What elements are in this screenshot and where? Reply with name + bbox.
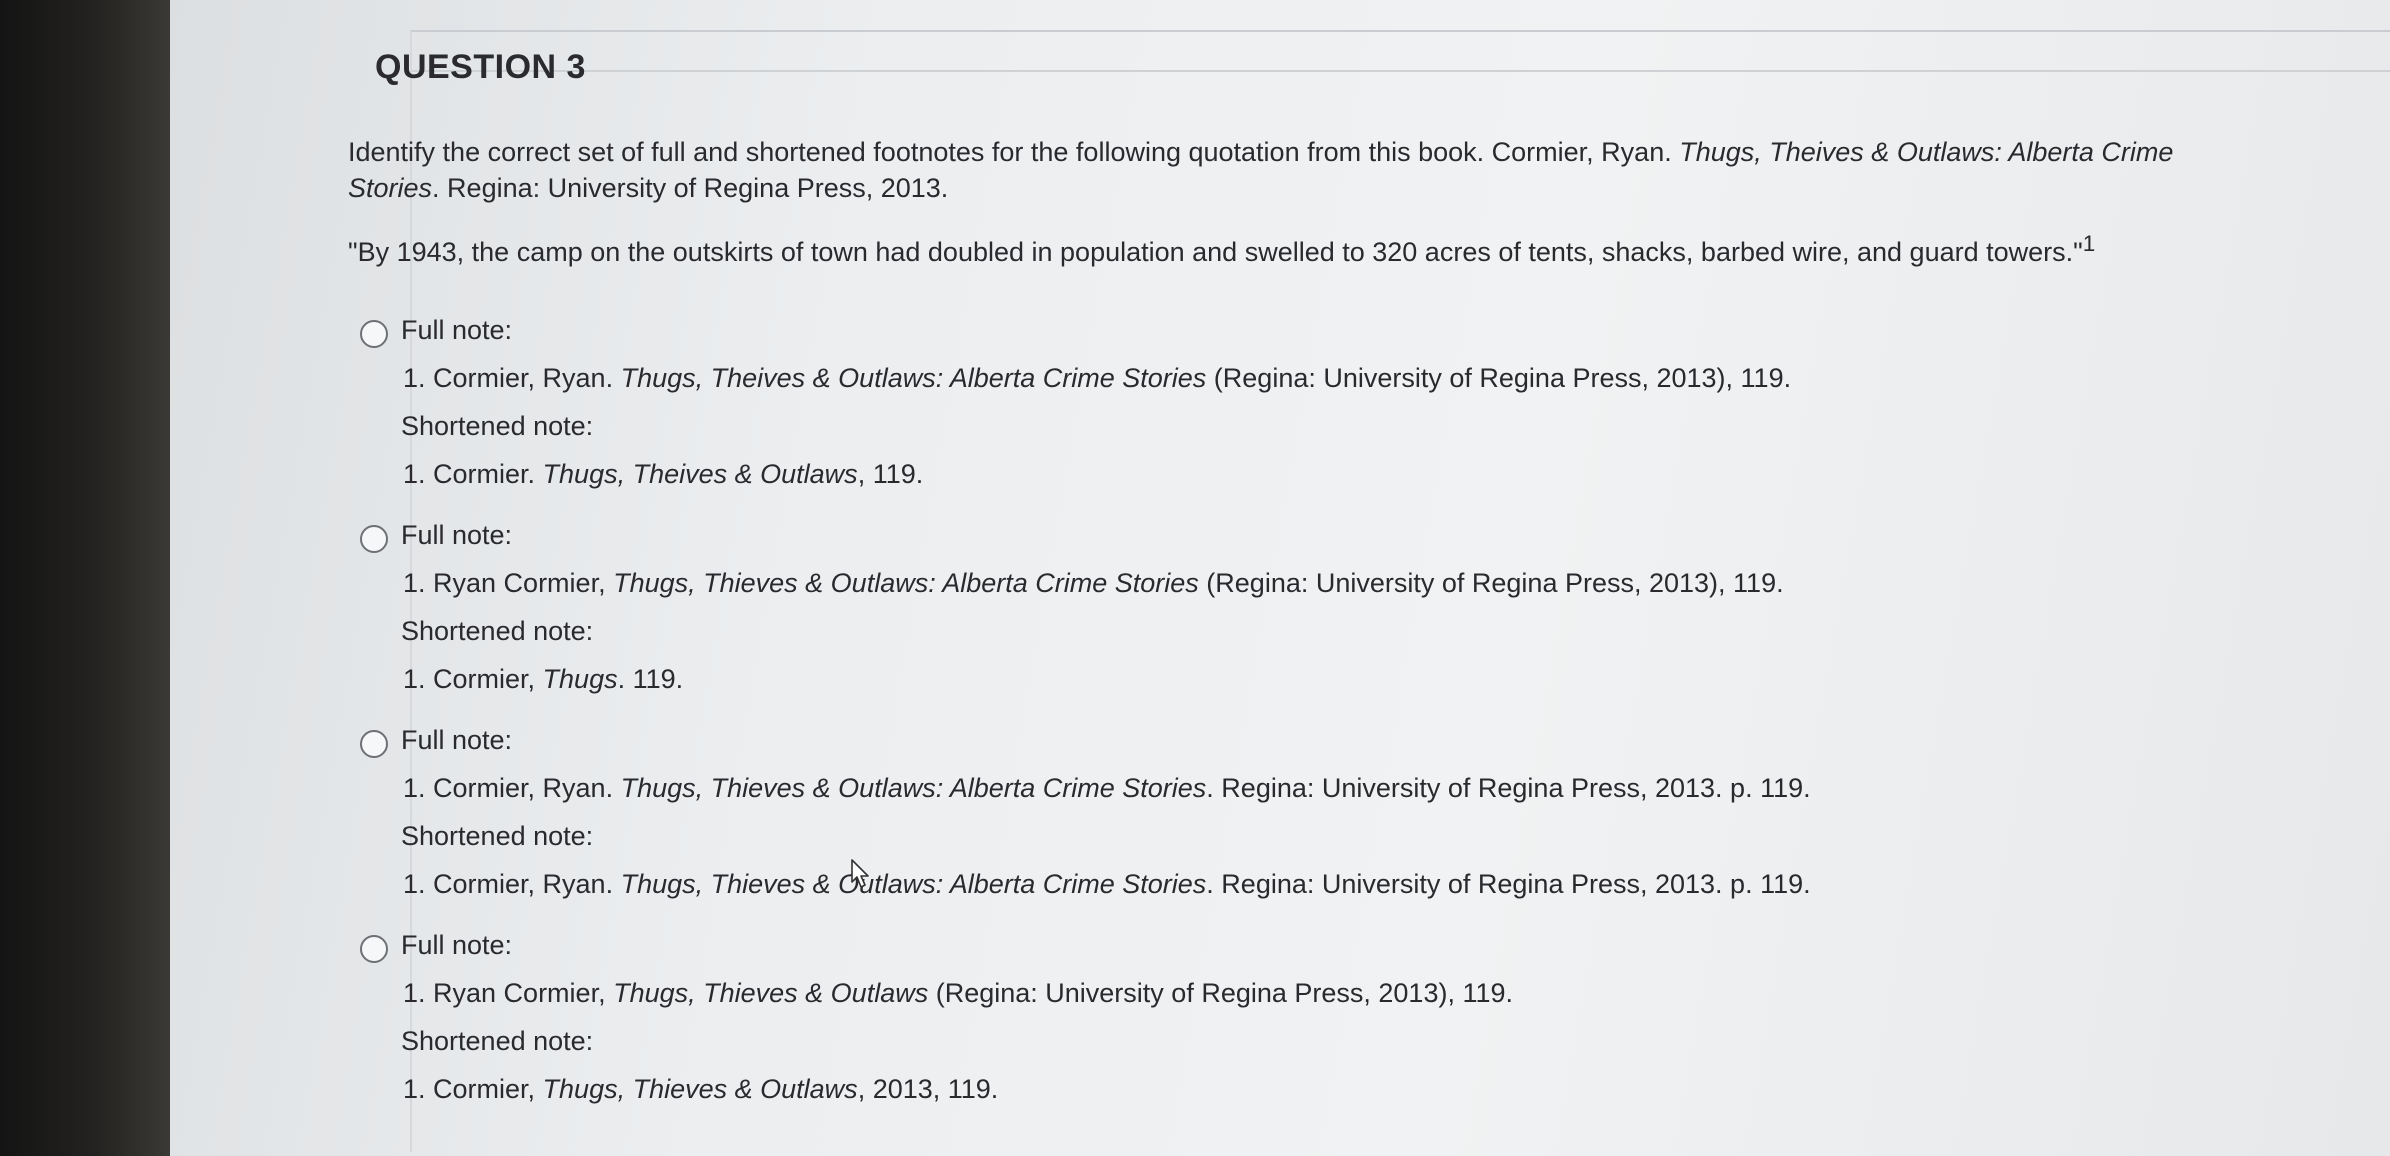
- full-note-part: 1. Cormier, Ryan.: [403, 363, 621, 393]
- question-prompt: Identify the correct set of full and sho…: [348, 134, 2248, 206]
- shortened-note-label: Shortened note:: [401, 821, 594, 851]
- full-note-text: 1. Cormier, Ryan. Thugs, Theives & Outla…: [401, 354, 2260, 402]
- radio-button-2[interactable]: [360, 525, 388, 553]
- quotation-text: "By 1943, the camp on the outskirts of t…: [348, 237, 2083, 267]
- shortened-note-text: 1. Cormier. Thugs, Theives & Outlaws, 11…: [401, 450, 2260, 498]
- short-note-part: 1. Cormier,: [403, 1074, 543, 1104]
- answer-options: Full note: 1. Cormier, Ryan. Thugs, Thei…: [360, 306, 2260, 1126]
- answer-option-1[interactable]: Full note: 1. Cormier, Ryan. Thugs, Thei…: [360, 306, 2260, 498]
- short-note-part: , 119.: [857, 459, 924, 489]
- full-note-part: . Regina: University of Regina Press, 20…: [1206, 773, 1811, 803]
- answer-option-4[interactable]: Full note: 1. Ryan Cormier, Thugs, Thiev…: [360, 921, 2260, 1113]
- prompt-intro: Identify the correct set of full and sho…: [348, 137, 1680, 167]
- full-note-part: 1. Cormier, Ryan.: [403, 773, 621, 803]
- full-note-part: (Regina: University of Regina Press, 201…: [1198, 568, 1784, 598]
- full-note-part: 1. Ryan Cormier,: [403, 978, 614, 1008]
- short-note-part: . Regina: University of Regina Press, 20…: [1206, 869, 1811, 899]
- full-note-part: (Regina: University of Regina Press, 201…: [928, 978, 1514, 1008]
- full-note-label: Full note:: [401, 725, 513, 755]
- shortened-note-label: Shortened note:: [401, 411, 594, 441]
- full-note-title: Thugs, Theives & Outlaws: Alberta Crime …: [620, 363, 1207, 393]
- short-note-title: Thugs: [542, 664, 618, 694]
- shortened-note-text: 1. Cormier, Ryan. Thugs, Thieves & Outla…: [401, 860, 2260, 908]
- monitor-bezel: [0, 0, 170, 1156]
- full-note-text: 1. Cormier, Ryan. Thugs, Thieves & Outla…: [401, 764, 2260, 812]
- full-note-label: Full note:: [401, 930, 513, 960]
- full-note-text: 1. Ryan Cormier, Thugs, Thieves & Outlaw…: [401, 969, 2260, 1017]
- panel-divider: [412, 70, 2390, 72]
- full-note-title: Thugs, Thieves & Outlaws: [613, 978, 929, 1008]
- full-note-text: 1. Ryan Cormier, Thugs, Thieves & Outlaw…: [401, 559, 2260, 607]
- short-note-title: Thugs, Thieves & Outlaws: [542, 1074, 858, 1104]
- quotation-footnote-marker: 1: [2082, 231, 2096, 256]
- full-note-label: Full note:: [401, 520, 513, 550]
- short-note-part: , 2013, 119.: [857, 1074, 999, 1104]
- short-note-part: 1. Cormier, Ryan.: [403, 869, 621, 899]
- screen: QUESTION 3 Identify the correct set of f…: [170, 0, 2390, 1156]
- shortened-note-text: 1. Cormier, Thugs. 119.: [401, 655, 2260, 703]
- prompt-tail: . Regina: University of Regina Press, 20…: [432, 173, 949, 203]
- radio-button-1[interactable]: [360, 320, 388, 348]
- question-title: QUESTION 3: [375, 48, 586, 86]
- short-note-part: 1. Cormier.: [403, 459, 543, 489]
- answer-option-2[interactable]: Full note: 1. Ryan Cormier, Thugs, Thiev…: [360, 511, 2260, 703]
- shortened-note-label: Shortened note:: [401, 1026, 594, 1056]
- full-note-title: Thugs, Thieves & Outlaws: Alberta Crime …: [613, 568, 1199, 598]
- full-note-part: (Regina: University of Regina Press, 201…: [1206, 363, 1792, 393]
- shortened-note-label: Shortened note:: [401, 616, 594, 646]
- short-note-part: . 119.: [617, 664, 684, 694]
- short-note-title: Thugs, Thieves & Outlaws: Alberta Crime …: [620, 869, 1207, 899]
- shortened-note-text: 1. Cormier, Thugs, Thieves & Outlaws, 20…: [401, 1065, 2260, 1113]
- answer-option-3[interactable]: Full note: 1. Cormier, Ryan. Thugs, Thie…: [360, 716, 2260, 908]
- short-note-title: Thugs, Theives & Outlaws: [542, 459, 858, 489]
- full-note-title: Thugs, Thieves & Outlaws: Alberta Crime …: [620, 773, 1207, 803]
- full-note-part: 1. Ryan Cormier,: [403, 568, 614, 598]
- short-note-part: 1. Cormier,: [403, 664, 543, 694]
- quotation: "By 1943, the camp on the outskirts of t…: [348, 226, 2298, 270]
- mouse-cursor-icon: [851, 859, 869, 888]
- radio-button-3[interactable]: [360, 730, 388, 758]
- full-note-label: Full note:: [401, 315, 513, 345]
- radio-button-4[interactable]: [360, 935, 388, 963]
